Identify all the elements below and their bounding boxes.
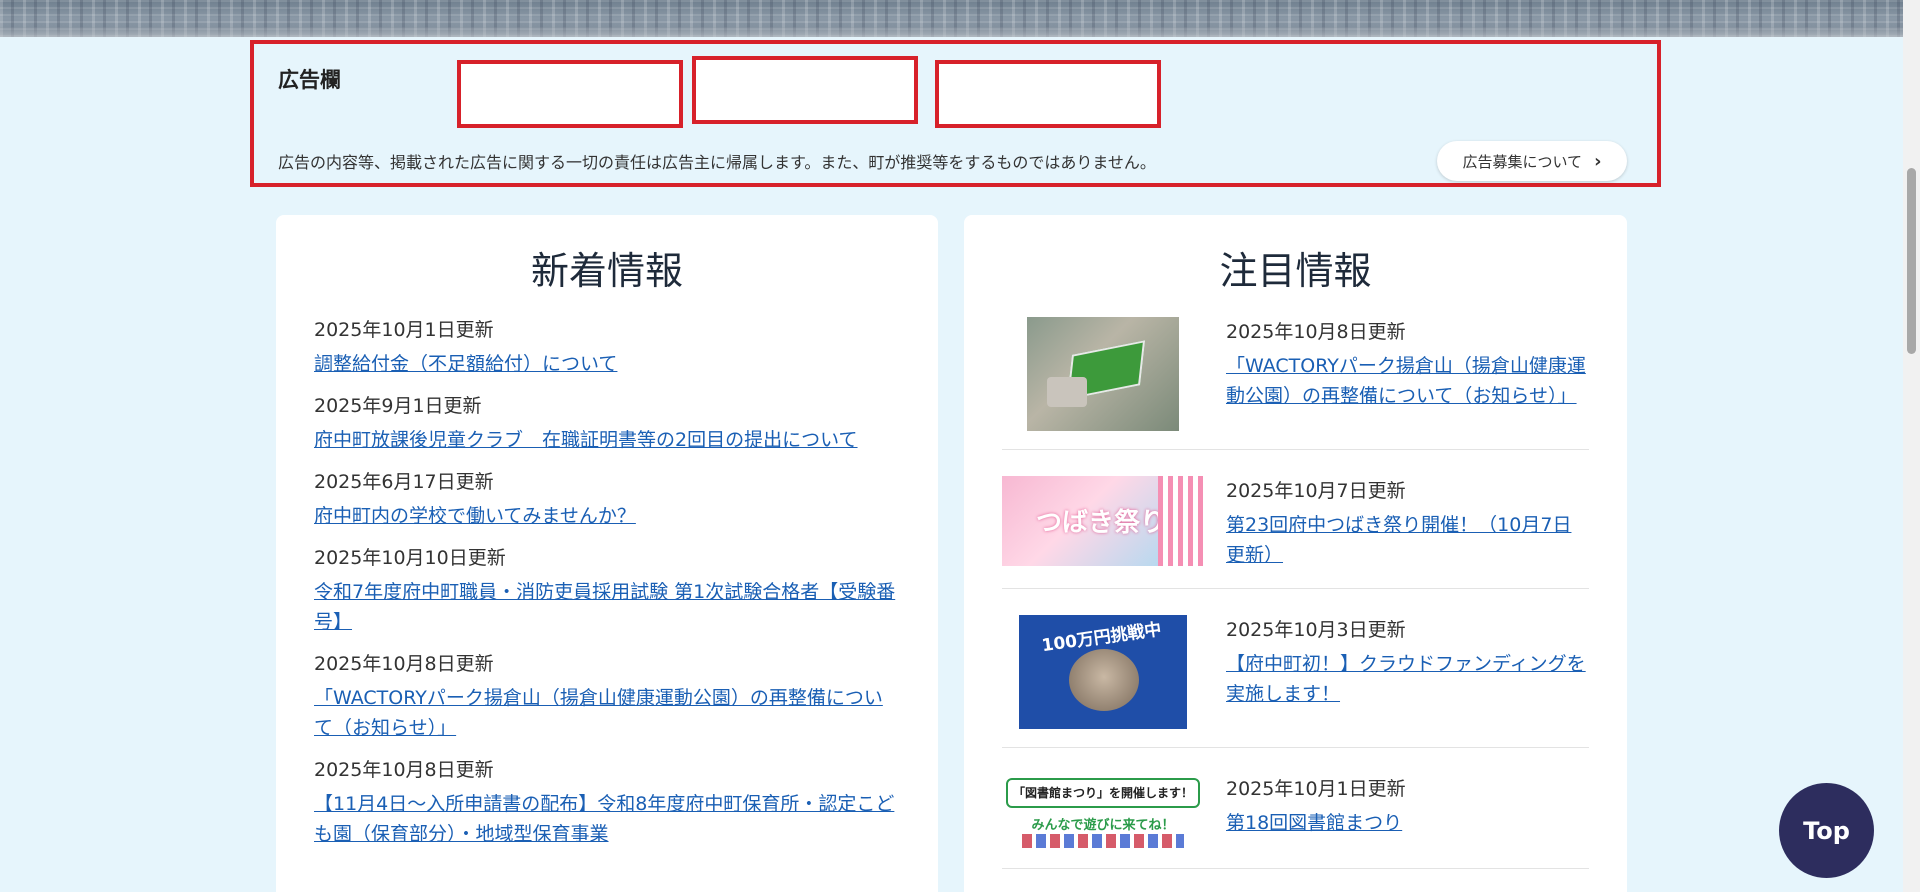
ad-section-title: 広告欄	[278, 68, 341, 92]
chevron-right-icon: ›	[1594, 150, 1602, 172]
ad-recruit-button[interactable]: 広告募集について ›	[1437, 141, 1627, 181]
news-link[interactable]: 調整給付金（不足額給付）について	[314, 349, 900, 379]
page-scrollbar[interactable]	[1903, 0, 1920, 892]
news-date: 2025年10月8日更新	[314, 759, 494, 781]
feature-thumb-link[interactable]: 「図書館まつり」を開催します！ みんなで遊びに来てね！	[1002, 774, 1204, 850]
list-item: 100万円挑戦中 2025年10月3日更新 【府中町初！】クラウドファンディング…	[1002, 615, 1589, 748]
news-link[interactable]: 【11月4日～入所申請書の配布】令和8年度府中町保育所・認定こども園（保育部分）…	[314, 789, 900, 849]
feature-body: 2025年10月3日更新 【府中町初！】クラウドファンディングを実施します！	[1226, 615, 1589, 729]
track-shape	[1047, 377, 1087, 407]
library-festival-image: 「図書館まつり」を開催します！ みんなで遊びに来てね！	[1002, 774, 1204, 850]
feature-date: 2025年10月7日更新	[1226, 480, 1406, 502]
hero-aerial-photo	[0, 0, 1904, 37]
feature-link[interactable]: 【府中町初！】クラウドファンディングを実施します！	[1226, 649, 1589, 709]
ad-disclaimer: 広告の内容等、掲載された広告に関する一切の責任は広告主に帰属します。また、町が推…	[278, 153, 1156, 172]
library-sub-text: みんなで遊びに来てね！	[1031, 818, 1175, 833]
news-date: 2025年9月1日更新	[314, 395, 482, 417]
list-item: 2025年10月10日更新 令和7年度府中町職員・消防吏員採用試験 第1次試験合…	[314, 545, 900, 637]
ad-recruit-label: 広告募集について	[1462, 152, 1583, 171]
back-to-top-button[interactable]: Top	[1779, 783, 1874, 878]
list-item: 2025年10月1日更新 調整給付金（不足額給付）について	[314, 317, 900, 379]
stripe-decoration	[1158, 476, 1204, 566]
crowdfunding-cat-image: 100万円挑戦中	[1019, 615, 1187, 729]
festival-banner-image: つばき祭り	[1002, 476, 1204, 566]
ad-slot-3[interactable]	[935, 60, 1161, 128]
park-aerial-image	[1027, 317, 1179, 431]
list-item: 2025年6月17日更新 府中町内の学校で働いてみませんか？	[314, 469, 900, 531]
news-date: 2025年10月10日更新	[314, 547, 506, 569]
ad-slot-1[interactable]	[457, 60, 683, 128]
list-item: つばき祭り 2025年10月7日更新 第23回府中つばき祭り開催！（10月7日更…	[1002, 476, 1589, 589]
list-item: 2025年10月8日更新 「WACTORYパーク揚倉山（揚倉山健康運動公園）の再…	[1002, 317, 1589, 450]
feature-panel: 注目情報 2025年10月8日更新 「WACTORYパーク揚倉山（揚倉山健康運動…	[964, 215, 1627, 892]
news-date: 2025年6月17日更新	[314, 471, 494, 493]
feature-date: 2025年10月1日更新	[1226, 778, 1406, 800]
feature-thumb-link[interactable]: 100万円挑戦中	[1002, 615, 1204, 729]
feature-body: 2025年10月8日更新 「WACTORYパーク揚倉山（揚倉山健康運動公園）の再…	[1226, 317, 1589, 431]
feature-link[interactable]: 第18回図書館まつり	[1226, 808, 1589, 838]
news-link[interactable]: 「WACTORYパーク揚倉山（揚倉山健康運動公園）の再整備について（お知らせ）」	[314, 683, 900, 743]
list-item: 「図書館まつり」を開催します！ みんなで遊びに来てね！ 2025年10月1日更新…	[1002, 774, 1589, 869]
cat-face-icon	[1069, 649, 1139, 711]
character-icons-strip	[1022, 834, 1184, 848]
feature-list: 2025年10月8日更新 「WACTORYパーク揚倉山（揚倉山健康運動公園）の再…	[964, 317, 1627, 869]
scrollbar-thumb[interactable]	[1907, 168, 1916, 354]
festival-banner-text: つばき祭り	[1036, 508, 1167, 538]
list-item: 2025年10月8日更新 【11月4日～入所申請書の配布】令和8年度府中町保育所…	[314, 757, 900, 849]
news-link[interactable]: 令和7年度府中町職員・消防吏員採用試験 第1次試験合格者【受験番号】	[314, 577, 900, 637]
news-date: 2025年10月8日更新	[314, 653, 494, 675]
feature-date: 2025年10月8日更新	[1226, 321, 1406, 343]
feature-thumb-link[interactable]	[1002, 317, 1204, 431]
feature-title: 注目情報	[1219, 249, 1372, 293]
list-item: 2025年9月1日更新 府中町放課後児童クラブ 在職証明書等の2回目の提出につい…	[314, 393, 900, 455]
news-date: 2025年10月1日更新	[314, 319, 494, 341]
list-item: 2025年10月8日更新 「WACTORYパーク揚倉山（揚倉山健康運動公園）の再…	[314, 651, 900, 743]
feature-link[interactable]: 「WACTORYパーク揚倉山（揚倉山健康運動公園）の再整備について（お知らせ）」	[1226, 351, 1589, 411]
news-panel: 新着情報 2025年10月1日更新 調整給付金（不足額給付）について 2025年…	[276, 215, 938, 892]
feature-body: 2025年10月7日更新 第23回府中つばき祭り開催！（10月7日更新）	[1226, 476, 1589, 570]
feature-link[interactable]: 第23回府中つばき祭り開催！（10月7日更新）	[1226, 510, 1589, 570]
news-list: 2025年10月1日更新 調整給付金（不足額給付）について 2025年9月1日更…	[276, 317, 938, 849]
feature-body: 2025年10月1日更新 第18回図書館まつり	[1226, 774, 1589, 850]
feature-thumb-link[interactable]: つばき祭り	[1002, 476, 1204, 570]
library-banner-text: 「図書館まつり」を開催します！	[1006, 778, 1200, 808]
ad-slot-2[interactable]	[692, 56, 918, 124]
news-title: 新着情報	[530, 249, 683, 293]
news-link[interactable]: 府中町内の学校で働いてみませんか？	[314, 501, 900, 531]
feature-date: 2025年10月3日更新	[1226, 619, 1406, 641]
ad-section: 広告欄 広告の内容等、掲載された広告に関する一切の責任は広告主に帰属します。また…	[250, 40, 1661, 187]
news-link[interactable]: 府中町放課後児童クラブ 在職証明書等の2回目の提出について	[314, 425, 900, 455]
